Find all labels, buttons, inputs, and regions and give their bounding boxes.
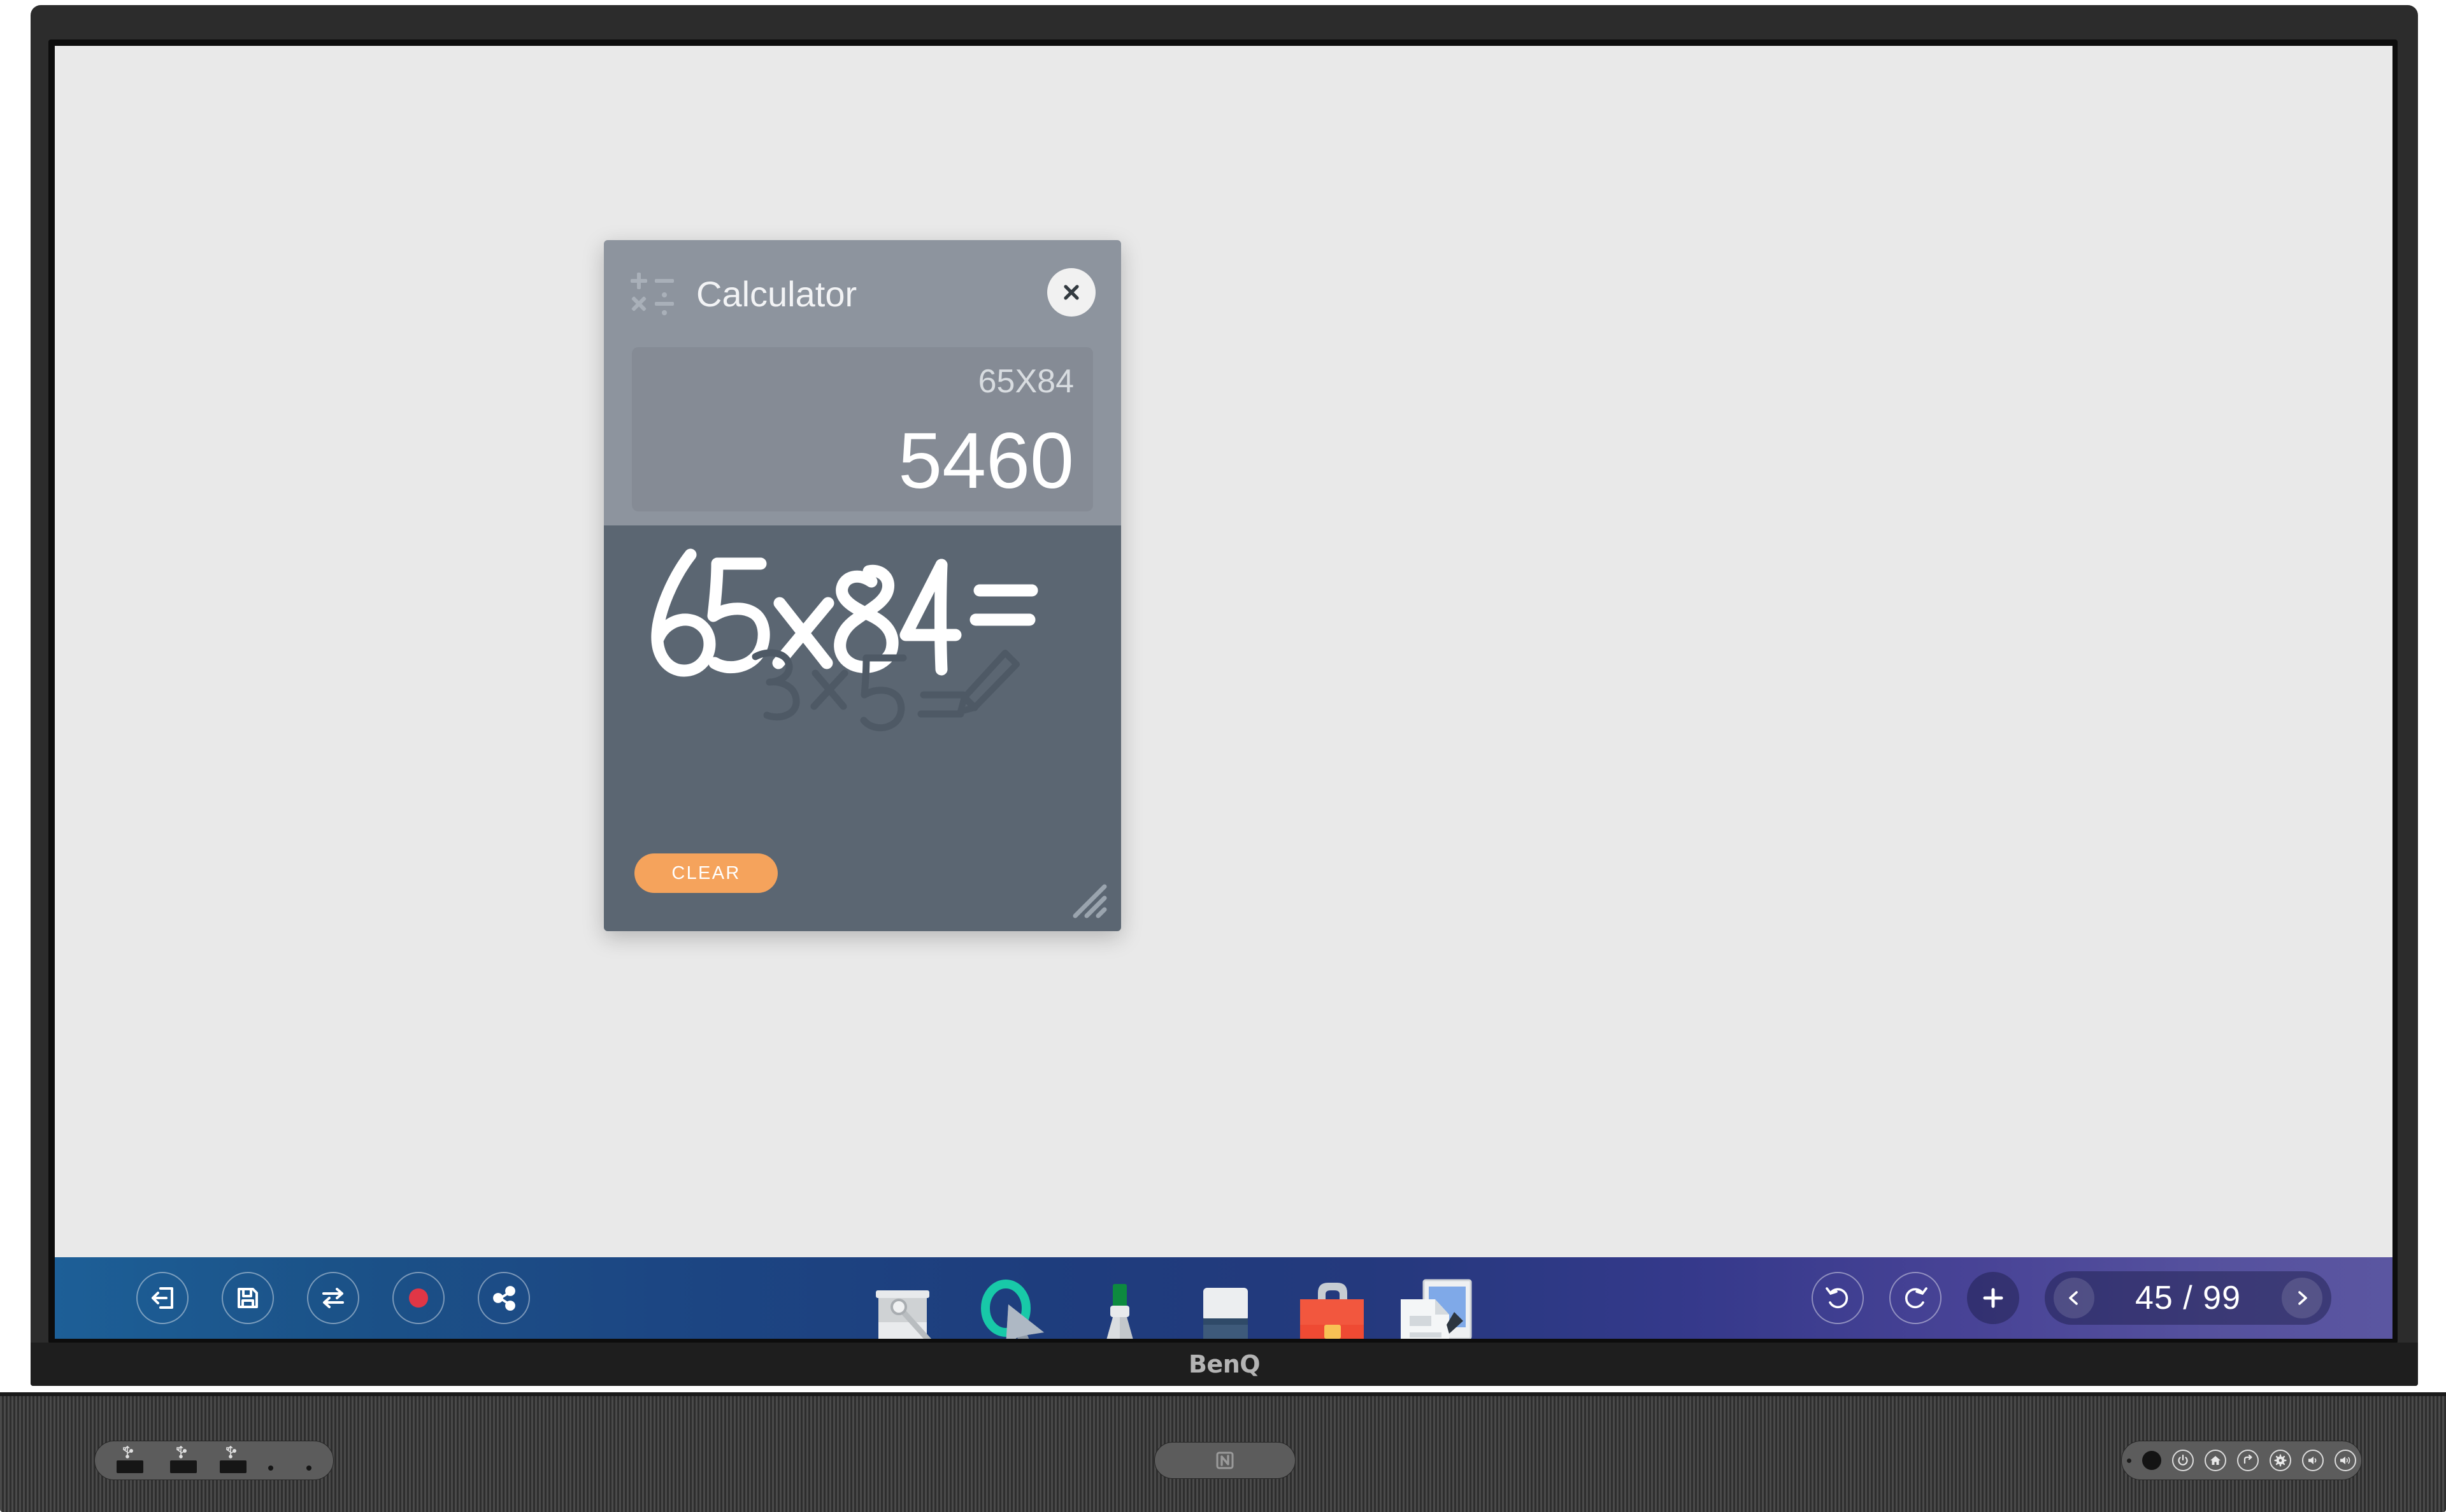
back-button[interactable]	[2237, 1450, 2259, 1471]
calculator-window[interactable]: Calculator 65X84 5460 CLEAR	[604, 240, 1121, 931]
save-button[interactable]	[222, 1272, 274, 1324]
gear-icon[interactable]	[2270, 1450, 2291, 1471]
undo-button[interactable]	[1812, 1272, 1864, 1324]
home-button[interactable]	[2205, 1450, 2226, 1471]
whiteboard-taskbar[interactable]: 45 / 99	[55, 1257, 2392, 1339]
usb-port-3	[220, 1460, 247, 1473]
marker-pen-icon[interactable]	[1078, 1270, 1161, 1339]
lasso-cursor-icon[interactable]	[973, 1270, 1055, 1339]
taskbar-right-group: 45 / 99	[1812, 1257, 2331, 1339]
control-button-plate	[2121, 1441, 2362, 1480]
calculator-result: 5460	[898, 417, 1074, 505]
benq-logo: BenQ	[1188, 1350, 1261, 1378]
taskbar-left-group	[136, 1257, 530, 1339]
whiteboard-screen[interactable]: Calculator 65X84 5460 CLEAR 45 / 99	[55, 46, 2392, 1339]
ir-receiver	[2142, 1451, 2161, 1470]
chevron-left-icon[interactable]	[2054, 1278, 2094, 1318]
close-icon[interactable]	[1047, 268, 1096, 317]
clear-button-label: CLEAR	[671, 862, 741, 883]
share-button[interactable]	[478, 1272, 530, 1324]
calculator-titlebar[interactable]: Calculator	[604, 240, 1121, 342]
eraser-bucket-icon[interactable]	[867, 1270, 950, 1339]
usb-port-plate	[94, 1441, 334, 1480]
clear-button[interactable]: CLEAR	[634, 853, 778, 893]
switch-button[interactable]	[307, 1272, 359, 1324]
nfc-plate	[1154, 1442, 1296, 1479]
usb-icon-2	[173, 1445, 189, 1459]
chevron-right-icon[interactable]	[2282, 1278, 2322, 1318]
page-navigator: 45 / 99	[2045, 1271, 2331, 1325]
calculator-expression: 65X84	[978, 363, 1074, 400]
ir-sensor-icon	[2127, 1458, 2131, 1463]
exit-button[interactable]	[136, 1272, 189, 1324]
handwriting-hint	[750, 646, 1020, 748]
redo-button[interactable]	[1889, 1272, 1942, 1324]
calculator-display: 65X84 5460	[632, 347, 1093, 511]
mic-hole-2	[306, 1466, 311, 1471]
calculator-title: Calculator	[696, 274, 857, 314]
calculator-operators-icon	[629, 272, 678, 315]
usb-icon-3	[222, 1445, 239, 1459]
usb-port-2	[170, 1460, 197, 1473]
volume-high-icon[interactable]	[2335, 1450, 2356, 1471]
bottom-bezel: BenQ	[31, 1343, 2418, 1386]
usb-port-1	[117, 1460, 143, 1473]
power-button[interactable]	[2172, 1450, 2194, 1471]
add-page-button[interactable]	[1967, 1272, 2019, 1324]
record-button[interactable]	[392, 1272, 445, 1324]
mic-hole-1	[268, 1466, 273, 1471]
nfc-icon	[1215, 1450, 1235, 1471]
soundbar-top-edge	[0, 1392, 2446, 1396]
highlighter-icon[interactable]	[1184, 1270, 1267, 1339]
benq-interactive-display: Calculator 65X84 5460 CLEAR 45 / 99 BenQ	[0, 0, 2446, 1512]
usb-icon-1	[119, 1445, 136, 1459]
page-indicator[interactable]: 45 / 99	[2098, 1279, 2278, 1317]
insert-image-icon[interactable]	[1396, 1270, 1478, 1339]
briefcase-icon[interactable]	[1290, 1270, 1373, 1339]
calculator-header-area: Calculator 65X84 5460	[604, 240, 1121, 525]
resize-grip-icon[interactable]	[1070, 881, 1110, 921]
taskbar-tool-dock	[867, 1257, 1478, 1339]
volume-low-icon[interactable]	[2302, 1450, 2324, 1471]
calculator-handwriting-canvas[interactable]: CLEAR	[604, 525, 1121, 931]
